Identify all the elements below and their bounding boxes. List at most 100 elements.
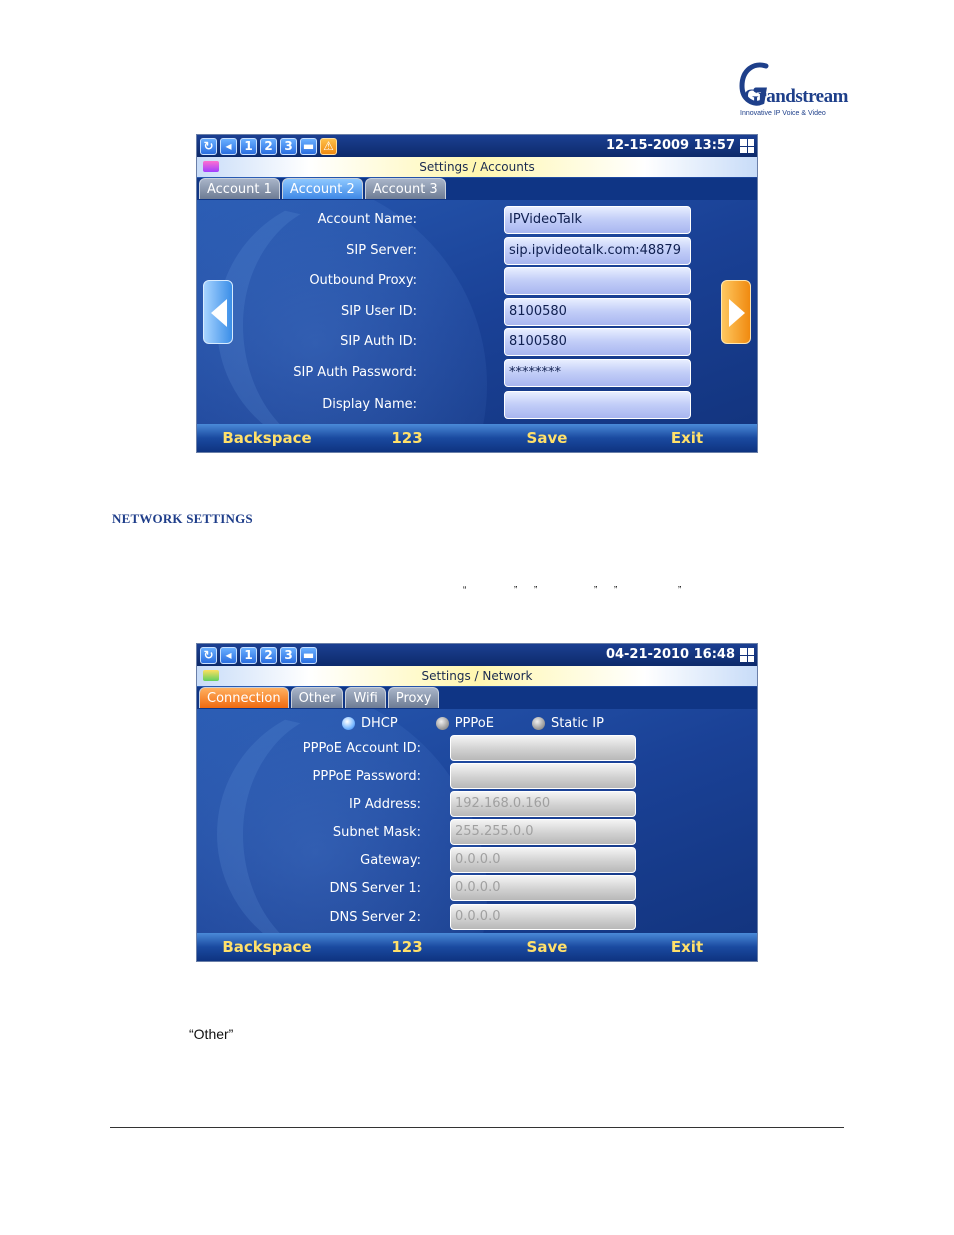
dns-server-2-row: DNS Server 2: 0.0.0.0: [197, 904, 757, 934]
softkey-bar: Backspace 123 Save Exit: [197, 933, 757, 961]
speaker-icon: ◂: [220, 646, 237, 664]
previous-arrow-button[interactable]: [203, 280, 233, 344]
save-softkey[interactable]: Save: [477, 424, 617, 452]
chevron-right-icon: [729, 299, 745, 327]
sip-user-id-row: SIP User ID: 8100580: [197, 298, 757, 328]
pppoe-account-id-field[interactable]: [450, 735, 636, 761]
radio-pppoe[interactable]: PPPoE: [435, 714, 494, 732]
save-softkey[interactable]: Save: [477, 933, 617, 961]
dns-server-1-row: DNS Server 1: 0.0.0.0: [197, 875, 757, 905]
tab-other[interactable]: Other: [290, 687, 344, 708]
quote-mark: ”: [514, 585, 518, 596]
account-name-row: Account Name: IPVideoTalk: [197, 206, 757, 236]
sip-auth-password-field[interactable]: ********: [504, 359, 691, 387]
radio-selected-icon: [342, 716, 355, 730]
quote-mark: ”: [534, 585, 538, 596]
radio-dhcp-label: DHCP: [361, 715, 398, 731]
sip-auth-id-label: SIP Auth ID:: [340, 334, 417, 349]
grid-icon: [740, 648, 754, 662]
other-text: “Other”: [189, 1026, 234, 1042]
tab-proxy[interactable]: Proxy: [387, 687, 440, 708]
page-title: Settings / Network: [421, 669, 533, 683]
quote-mark: “: [463, 585, 467, 596]
pppoe-account-id-label: PPPoE Account ID:: [302, 741, 421, 756]
pppoe-password-row: PPPoE Password:: [197, 763, 757, 793]
tab-account-1[interactable]: Account 1: [199, 178, 280, 199]
radio-static-ip-label: Static IP: [550, 715, 604, 731]
gateway-label: Gateway:: [360, 853, 421, 868]
clock: 12-15-2009 13:57: [605, 138, 735, 153]
chevron-left-icon: [211, 299, 227, 327]
line-1-icon: 1: [240, 646, 257, 664]
quote-mark: ”: [594, 585, 598, 596]
speaker-icon: ◂: [220, 137, 237, 155]
sip-auth-id-field[interactable]: 8100580: [504, 328, 691, 356]
tab-account-3[interactable]: Account 3: [364, 178, 446, 199]
refresh-icon: ↻: [200, 137, 217, 155]
footer-divider: [110, 1127, 844, 1128]
quote-mark: ”: [678, 585, 682, 596]
tab-connection[interactable]: Connection: [199, 687, 289, 708]
page-title: Settings / Accounts: [419, 160, 535, 174]
line-2-icon: 2: [260, 137, 277, 155]
folder-icon: ▬: [300, 137, 317, 155]
radio-dhcp[interactable]: DHCP: [342, 714, 398, 732]
next-arrow-button[interactable]: [721, 280, 751, 344]
tab-account-2[interactable]: Account 2: [281, 178, 363, 199]
radio-unselected-icon: [435, 716, 449, 730]
line-2-icon: 2: [260, 646, 277, 664]
sip-server-label: SIP Server:: [346, 243, 417, 258]
outbound-proxy-label: Outbound Proxy:: [309, 273, 417, 288]
backspace-softkey[interactable]: Backspace: [197, 424, 337, 452]
exit-softkey[interactable]: Exit: [617, 933, 757, 961]
ip-address-row: IP Address: 192.168.0.160: [197, 791, 757, 821]
tab-wifi[interactable]: Wifi: [345, 687, 386, 708]
radio-unselected-icon: [531, 716, 545, 730]
account-tabs: Account 1 Account 2 Account 3: [197, 178, 757, 200]
pppoe-password-field[interactable]: [450, 763, 636, 789]
grid-icon: [740, 139, 754, 153]
sip-user-id-label: SIP User ID:: [340, 304, 417, 319]
line-3-icon: 3: [280, 646, 297, 664]
quote-mark: ”: [614, 585, 618, 596]
gateway-row: Gateway: 0.0.0.0: [197, 847, 757, 877]
outbound-proxy-field[interactable]: [504, 267, 691, 295]
sip-user-id-field[interactable]: 8100580: [504, 298, 691, 326]
dns-server-1-field[interactable]: 0.0.0.0: [450, 875, 636, 901]
pppoe-account-id-row: PPPoE Account ID:: [197, 735, 757, 765]
ip-address-field[interactable]: 192.168.0.160: [450, 791, 636, 817]
line-1-icon: 1: [240, 137, 257, 155]
settings-icon: [203, 670, 219, 681]
radio-static-ip[interactable]: Static IP: [531, 714, 604, 732]
display-name-label: Display Name:: [322, 397, 417, 412]
exit-softkey[interactable]: Exit: [617, 424, 757, 452]
accounts-screen: ↻ ◂ 1 2 3 ▬ ⚠ 12-15-2009 13:57 Settings …: [196, 134, 758, 453]
pppoe-password-label: PPPoE Password:: [312, 769, 421, 784]
sip-server-field[interactable]: sip.ipvideotalk.com:48879: [504, 237, 691, 265]
connection-type-group: DHCP PPPoE Static IP: [342, 714, 672, 732]
settings-icon: [203, 161, 219, 172]
display-name-field[interactable]: [504, 391, 691, 419]
line-3-icon: 3: [280, 137, 297, 155]
grandstream-logo: Grandstream Innovative IP Voice & Video: [736, 60, 848, 120]
softkey-bar: Backspace 123 Save Exit: [197, 424, 757, 452]
logo-tagline: Innovative IP Voice & Video: [740, 110, 826, 117]
backspace-softkey[interactable]: Backspace: [197, 933, 337, 961]
clock: 04-21-2010 16:48: [605, 647, 735, 662]
sip-auth-password-label: SIP Auth Password:: [293, 365, 417, 380]
dns-server-2-field[interactable]: 0.0.0.0: [450, 904, 636, 930]
subnet-mask-field[interactable]: 255.255.0.0: [450, 819, 636, 845]
logo-brand: Grandstream: [744, 86, 848, 107]
network-screen: ↻ ◂ 1 2 3 ▬ 04-21-2010 16:48 Settings / …: [196, 643, 758, 962]
account-name-label: Account Name:: [317, 212, 417, 227]
outbound-proxy-row: Outbound Proxy:: [197, 267, 757, 297]
sip-auth-password-row: SIP Auth Password: ********: [197, 359, 757, 389]
account-name-field[interactable]: IPVideoTalk: [504, 206, 691, 234]
input-mode-softkey[interactable]: 123: [337, 933, 477, 961]
section-heading: NETWORK SETTINGS: [112, 511, 253, 526]
status-bar: ↻ ◂ 1 2 3 ▬ 04-21-2010 16:48: [197, 644, 757, 666]
gateway-field[interactable]: 0.0.0.0: [450, 847, 636, 873]
title-bar: Settings / Network: [197, 666, 757, 686]
status-bar: ↻ ◂ 1 2 3 ▬ ⚠ 12-15-2009 13:57: [197, 135, 757, 157]
input-mode-softkey[interactable]: 123: [337, 424, 477, 452]
